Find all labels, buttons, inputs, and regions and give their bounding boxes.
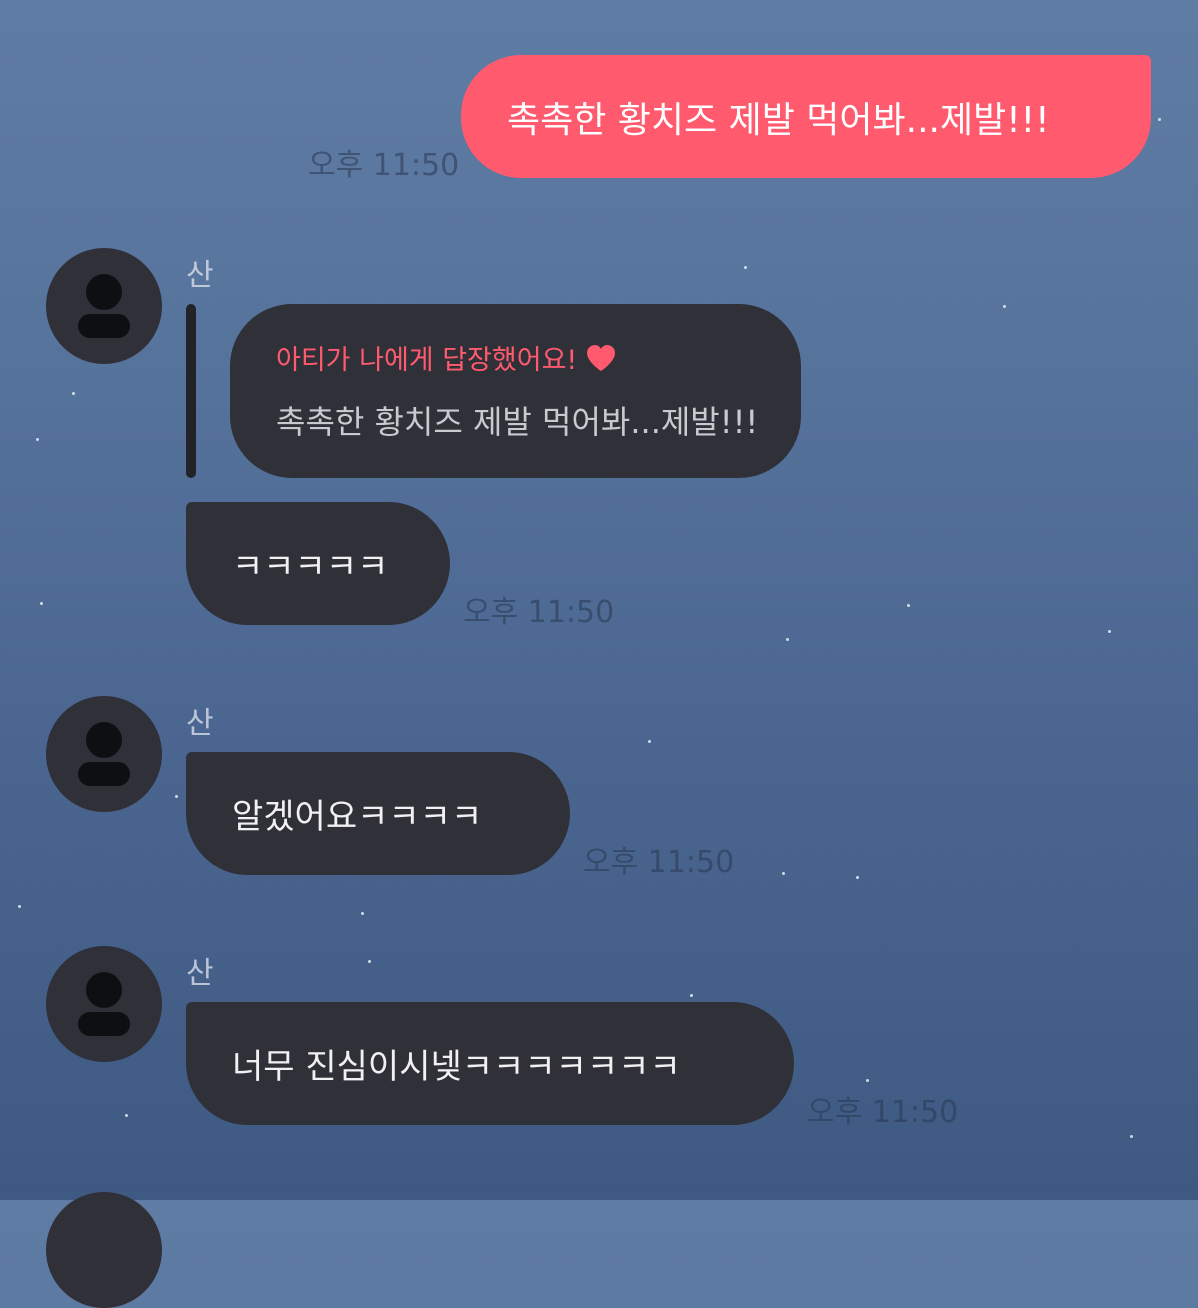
message-text: 촉촉한 황치즈 제발 먹어봐...제발!!!: [507, 99, 1050, 141]
reply-quote-card[interactable]: 아티가 나에게 답장했어요! 촉촉한 황치즈 제발 먹어봐...제발!!!: [230, 304, 801, 478]
sender-name: 산: [186, 258, 214, 293]
message-time: 오후 11:50: [583, 845, 735, 880]
avatar[interactable]: [46, 248, 162, 364]
received-message-bubble[interactable]: ㅋㅋㅋㅋㅋ: [186, 502, 450, 625]
message-text: ㅋㅋㅋㅋㅋ: [232, 547, 389, 587]
avatar[interactable]: [46, 946, 162, 1062]
avatar[interactable]: [46, 1192, 162, 1308]
avatar-head-icon: [86, 972, 122, 1008]
heart-icon: [587, 344, 616, 371]
message-text: 알겠어요ㅋㅋㅋㅋ: [232, 797, 483, 837]
message-time: 오후 11:50: [463, 595, 615, 630]
reply-title: 아티가 나에게 답장했어요!: [276, 345, 578, 376]
avatar-body-icon: [78, 1012, 130, 1036]
avatar-head-icon: [86, 274, 122, 310]
avatar-body-icon: [78, 762, 130, 786]
message-text: 너무 진심이시넺ㅋㅋㅋㅋㅋㅋㅋ: [232, 1047, 681, 1087]
sender-name: 산: [186, 706, 214, 741]
received-message-bubble[interactable]: 너무 진심이시넺ㅋㅋㅋㅋㅋㅋㅋ: [186, 1002, 794, 1125]
reply-indicator-bar: [186, 304, 196, 478]
reply-quoted-text: 촉촉한 황치즈 제발 먹어봐...제발!!!: [276, 403, 759, 441]
message-time: 오후 11:50: [807, 1095, 959, 1130]
avatar-head-icon: [86, 722, 122, 758]
received-message-bubble[interactable]: 알겠어요ㅋㅋㅋㅋ: [186, 752, 570, 875]
message-time: 오후 11:50: [308, 148, 460, 183]
sender-name: 산: [186, 956, 214, 991]
sent-message-bubble[interactable]: 촉촉한 황치즈 제발 먹어봐...제발!!!: [461, 55, 1151, 178]
avatar[interactable]: [46, 696, 162, 812]
reply-title-row: 아티가 나에게 답장했어요!: [276, 338, 801, 377]
avatar-body-icon: [78, 314, 130, 338]
